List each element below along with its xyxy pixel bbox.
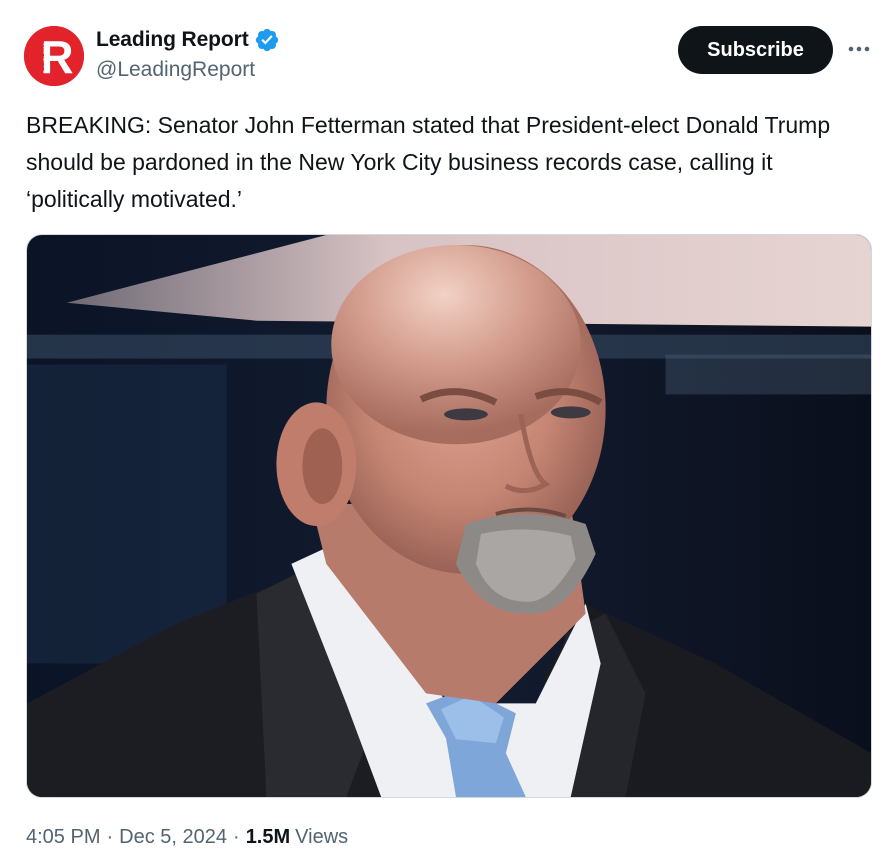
views-label[interactable]: Views bbox=[295, 826, 348, 849]
author-avatar[interactable]: R LEADING bbox=[24, 26, 84, 86]
author-display-name[interactable]: Leading Report bbox=[96, 28, 249, 52]
more-options-button[interactable] bbox=[843, 34, 875, 64]
avatar-side-text: LEADING bbox=[39, 39, 46, 71]
meta-separator: · bbox=[106, 825, 114, 848]
tweet-time[interactable]: 4:05 PM bbox=[26, 826, 100, 849]
portrait-photo-image bbox=[27, 235, 871, 797]
tweet-photo[interactable] bbox=[26, 234, 872, 798]
tweet-date[interactable]: Dec 5, 2024 bbox=[119, 826, 227, 849]
author-name-row: Leading Report bbox=[96, 26, 280, 54]
tweet-meta: 4:05 PM · Dec 5, 2024 · 1.5M Views bbox=[26, 822, 348, 852]
author-handle[interactable]: @LeadingReport bbox=[96, 58, 255, 82]
verified-badge-icon[interactable] bbox=[254, 27, 280, 53]
views-count[interactable]: 1.5M bbox=[246, 826, 290, 849]
meta-separator: · bbox=[233, 825, 240, 848]
tweet-text: BREAKING: Senator John Fetterman stated … bbox=[26, 112, 831, 212]
ellipsis-icon bbox=[848, 46, 870, 52]
subscribe-button[interactable]: Subscribe bbox=[678, 26, 833, 74]
